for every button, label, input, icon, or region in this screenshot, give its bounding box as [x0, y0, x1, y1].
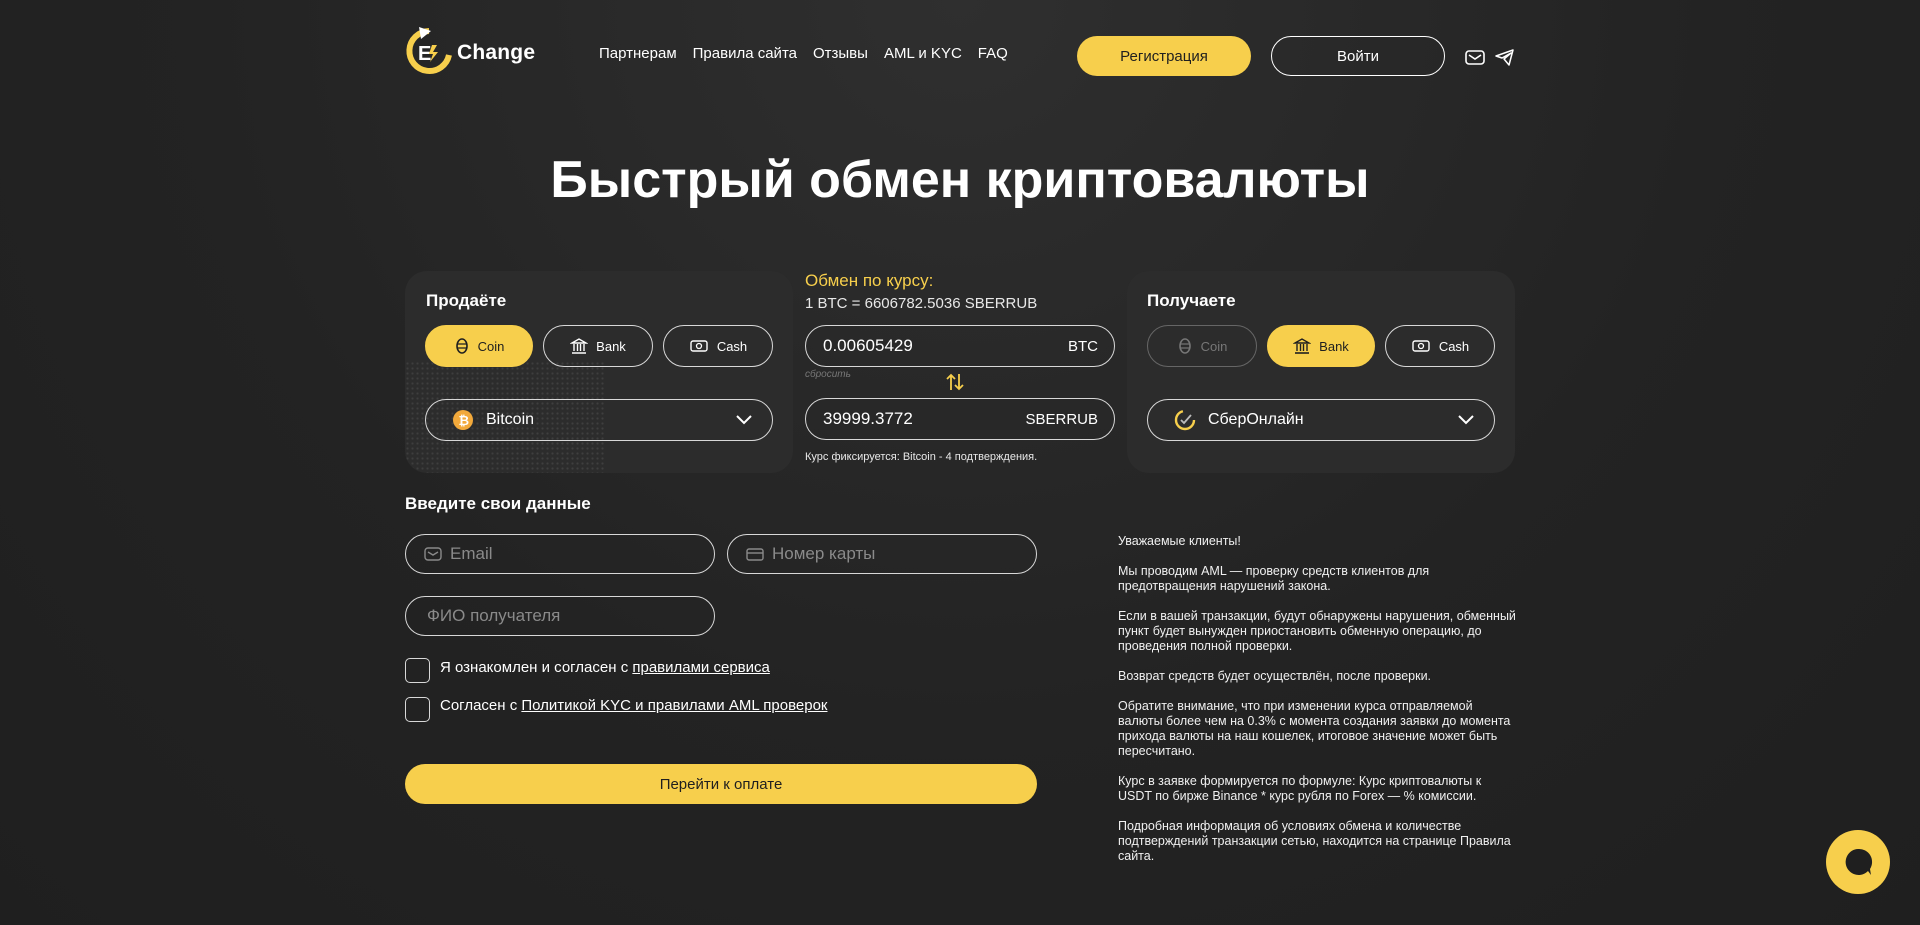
chevron-down-icon	[1458, 415, 1474, 425]
give-amount-input[interactable]: 0.00605429 BTC	[805, 325, 1115, 367]
nav-aml-kyc[interactable]: AML и KYC	[884, 45, 962, 62]
receive-type-coin[interactable]: Coin	[1147, 325, 1257, 367]
reset-link[interactable]: сбросить	[805, 369, 851, 380]
coin-icon	[455, 338, 468, 354]
logo-text: Change	[457, 41, 536, 64]
logo-icon: E	[405, 25, 453, 81]
recipient-name-placeholder: ФИО получателя	[427, 606, 561, 625]
sell-type-cash-label: Cash	[716, 338, 748, 354]
mail-icon	[424, 547, 442, 561]
page-title: Быстрый обмен криптовалюты	[550, 151, 1370, 209]
bank-icon	[570, 338, 589, 354]
agree-rules-text: Я ознакомлен и согласен с	[440, 659, 633, 676]
receive-type-cash[interactable]: Cash	[1385, 325, 1495, 367]
sell-currency-select[interactable]: ₿ Bitcoin	[425, 399, 773, 441]
rules-link[interactable]: правилами сервиса	[632, 659, 769, 676]
receive-title: Получаете	[1147, 291, 1236, 310]
receive-panel: Получаете Coin Bank Cash СберОнлайн	[1127, 271, 1515, 473]
sell-type-bank-label: Bank	[596, 338, 626, 354]
form-title: Введите свои данные	[405, 494, 591, 513]
info-paragraph: Возврат средств будет осуществлён, после…	[1118, 669, 1432, 683]
info-paragraph: Уважаемые клиенты!	[1118, 534, 1241, 548]
register-button[interactable]: Регистрация	[1077, 36, 1251, 76]
get-amount-value: 39999.3772	[823, 409, 913, 428]
agree-kyc-text: Согласен с	[440, 697, 522, 714]
info-paragraph: Подробная информация об условиях обмена …	[1118, 819, 1511, 863]
info-paragraph: Курс в заявке формируется по формуле: Ку…	[1118, 774, 1482, 803]
info-paragraph: Если в вашей транзакции, будут обнаружен…	[1118, 609, 1516, 653]
main-nav: Партнерам Правила сайта Отзывы AML и KYC…	[599, 45, 1008, 62]
chevron-down-icon	[736, 415, 752, 425]
site-logo[interactable]: E Change	[405, 25, 535, 81]
info-paragraph: Обратите внимание, что при изменении кур…	[1118, 699, 1511, 758]
card-icon	[746, 548, 764, 561]
rate-value: 1 BTC = 6606782.5036 SBERRUB	[805, 295, 1038, 312]
sell-title: Продаёте	[426, 291, 507, 310]
agree-rules-label: Я ознакомлен и согласен с правилами серв…	[440, 659, 770, 676]
agree-kyc-checkbox[interactable]	[405, 697, 430, 722]
chat-icon	[1845, 848, 1873, 875]
receive-type-bank[interactable]: Bank	[1267, 325, 1375, 367]
agree-kyc-label: Согласен с Политикой KYC и правилами AML…	[440, 697, 827, 714]
sell-type-cash[interactable]: Cash	[663, 325, 773, 367]
cash-icon	[690, 340, 708, 352]
receive-currency-label: СберОнлайн	[1208, 411, 1304, 428]
svg-text:₿: ₿	[459, 413, 470, 428]
card-number-field[interactable]: Номер карты	[727, 534, 1037, 574]
proceed-to-payment-button[interactable]: Перейти к оплате	[405, 764, 1037, 804]
telegram-icon[interactable]	[1494, 47, 1516, 67]
sber-icon	[1174, 409, 1196, 431]
sell-type-coin[interactable]: Coin	[425, 325, 533, 367]
receive-type-coin-label: Coin	[1200, 338, 1228, 354]
receive-type-bank-label: Bank	[1319, 338, 1349, 354]
rate-fix-note: Курс фиксируется: Bitcoin - 4 подтвержде…	[805, 451, 1038, 463]
get-currency-code: SBERRUB	[1025, 410, 1098, 428]
recipient-name-field[interactable]: ФИО получателя	[405, 596, 715, 636]
mail-icon[interactable]	[1464, 47, 1486, 67]
rate-title: Обмен по курсу:	[805, 271, 934, 290]
email-placeholder: Email	[450, 544, 493, 563]
swap-icon[interactable]	[946, 372, 964, 397]
sell-panel: Продаёте Coin Bank Cash ₿ Bitcoin	[405, 271, 793, 473]
receive-type-cash-label: Cash	[1438, 338, 1470, 354]
login-button[interactable]: Войти	[1271, 36, 1445, 76]
sell-type-bank[interactable]: Bank	[543, 325, 653, 367]
chat-button[interactable]	[1826, 830, 1890, 894]
give-currency-code: BTC	[1068, 337, 1098, 355]
get-amount-input[interactable]: 39999.3772 SBERRUB	[805, 398, 1115, 440]
give-amount-value: 0.00605429	[823, 336, 913, 355]
nav-faq[interactable]: FAQ	[978, 45, 1008, 62]
cash-icon	[1412, 340, 1430, 352]
coin-icon	[1178, 338, 1191, 354]
sell-currency-label: Bitcoin	[486, 411, 535, 428]
email-field[interactable]: Email	[405, 534, 715, 574]
agree-rules-checkbox[interactable]	[405, 658, 430, 683]
kyc-aml-link[interactable]: Политикой KYC и правилами AML проверок	[521, 697, 827, 714]
nav-partners[interactable]: Партнерам	[599, 45, 677, 62]
sell-type-coin-label: Coin	[477, 338, 505, 354]
nav-rules[interactable]: Правила сайта	[693, 45, 797, 62]
bank-icon	[1293, 338, 1312, 354]
info-paragraph: Мы проводим AML — проверку средств клиен…	[1118, 564, 1430, 593]
nav-reviews[interactable]: Отзывы	[813, 45, 868, 62]
aml-info-text: Уважаемые клиенты! Мы проводим AML — про…	[1118, 534, 1518, 879]
card-number-placeholder: Номер карты	[772, 544, 876, 563]
bitcoin-icon: ₿	[453, 410, 473, 430]
receive-currency-select[interactable]: СберОнлайн	[1147, 399, 1495, 441]
